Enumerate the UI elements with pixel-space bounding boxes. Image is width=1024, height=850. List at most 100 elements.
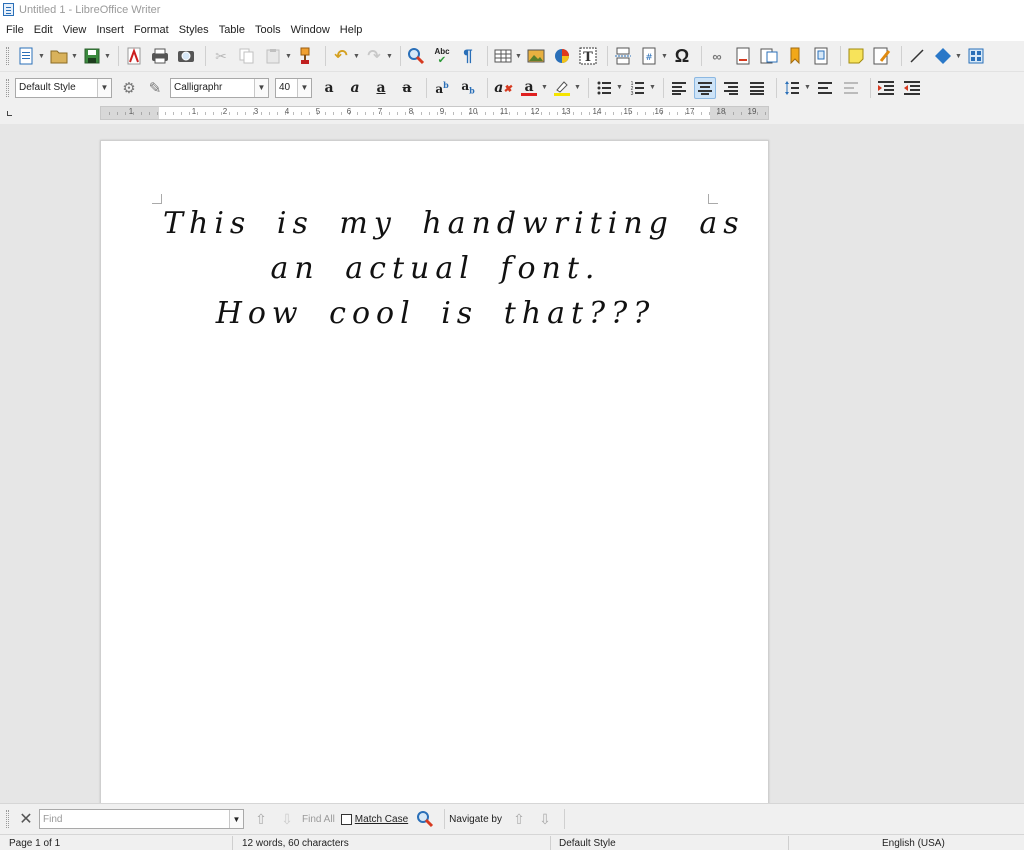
insert-cross-reference-button[interactable] xyxy=(810,45,832,67)
chevron-down-icon[interactable]: ▼ xyxy=(97,78,111,97)
align-center-button[interactable] xyxy=(694,76,716,99)
menu-format[interactable]: Format xyxy=(130,24,173,36)
horizontal-ruler[interactable]: 112345678910111213141516171819 xyxy=(100,106,769,120)
chevron-down-icon[interactable]: ▼ xyxy=(229,810,243,828)
menu-edit[interactable]: Edit xyxy=(30,24,57,36)
font-color-button[interactable]: a xyxy=(518,77,540,99)
find-input[interactable] xyxy=(40,810,229,828)
line-spacing-button[interactable] xyxy=(781,77,803,99)
undo-dropdown-arrow[interactable]: ▼ xyxy=(353,53,360,60)
close-find-bar-button[interactable]: ✕ xyxy=(15,808,37,830)
insert-table-button[interactable] xyxy=(492,45,514,67)
insert-hyperlink-button[interactable]: ∞ xyxy=(706,45,728,67)
navigate-previous-button[interactable]: ⇧ xyxy=(508,808,530,830)
paragraph-style-box[interactable]: Default Style ▼ xyxy=(15,77,112,98)
field-dropdown-arrow[interactable]: ▼ xyxy=(661,53,668,60)
decrease-paragraph-spacing-button[interactable] xyxy=(840,77,862,99)
insert-line-button[interactable] xyxy=(906,45,928,67)
print-button[interactable] xyxy=(149,45,171,67)
insert-chart-button[interactable] xyxy=(551,45,573,67)
bold-button[interactable]: a xyxy=(318,77,340,99)
toolbar-overflow-button[interactable] xyxy=(965,45,987,67)
clone-formatting-button[interactable] xyxy=(295,45,317,67)
page-count[interactable]: Page 1 of 1 xyxy=(9,838,60,850)
line-spacing-dropdown-arrow[interactable]: ▼ xyxy=(804,84,811,91)
strikethrough-button[interactable]: a xyxy=(396,77,418,99)
save-dropdown-arrow[interactable]: ▼ xyxy=(104,53,111,60)
new-style-button[interactable]: ✎ xyxy=(144,77,166,99)
find-replace-button[interactable] xyxy=(414,808,436,830)
toolbar-grip[interactable] xyxy=(6,810,9,828)
chevron-down-icon[interactable]: ▼ xyxy=(297,78,311,97)
find-next-button[interactable]: ⇩ xyxy=(276,808,298,830)
update-style-button[interactable]: ⚙ xyxy=(118,77,140,99)
font-name-box[interactable]: Calligraphr ▼ xyxy=(170,77,269,98)
document-page[interactable]: This is my handwriting as an actual font… xyxy=(100,140,769,820)
bullet-list-dropdown-arrow[interactable]: ▼ xyxy=(616,84,623,91)
numbered-list-dropdown-arrow[interactable]: ▼ xyxy=(649,84,656,91)
cut-button[interactable]: ✂ xyxy=(210,45,232,67)
undo-button[interactable]: ↶ xyxy=(330,45,352,67)
insert-special-character-button[interactable]: Ω xyxy=(671,45,693,67)
menu-table[interactable]: Table xyxy=(215,24,249,36)
superscript-button[interactable]: ab xyxy=(431,77,453,99)
document-workspace[interactable]: This is my handwriting as an actual font… xyxy=(0,124,1024,820)
word-count[interactable]: 12 words, 60 characters xyxy=(242,838,349,850)
toolbar-grip[interactable] xyxy=(6,47,9,65)
new-document-button[interactable] xyxy=(15,45,37,67)
toolbar-grip[interactable] xyxy=(6,78,9,97)
align-left-button[interactable] xyxy=(668,77,690,99)
clear-formatting-button[interactable]: a✖ xyxy=(492,77,514,99)
ordered-list-button[interactable]: 123 xyxy=(626,77,648,99)
open-dropdown-arrow[interactable]: ▼ xyxy=(71,53,78,60)
font-color-dropdown-arrow[interactable]: ▼ xyxy=(541,84,548,91)
menu-view[interactable]: View xyxy=(59,24,91,36)
insert-comment-button[interactable] xyxy=(845,45,867,67)
formatting-marks-button[interactable]: ¶ xyxy=(457,45,479,67)
paste-button[interactable] xyxy=(262,45,284,67)
table-dropdown-arrow[interactable]: ▼ xyxy=(515,53,522,60)
menu-tools[interactable]: Tools xyxy=(251,24,285,36)
insert-footnote-button[interactable] xyxy=(732,45,754,67)
decrease-indent-button[interactable] xyxy=(901,77,923,99)
unordered-list-button[interactable] xyxy=(593,77,615,99)
find-combo[interactable]: ▼ xyxy=(39,809,244,829)
page-style[interactable]: Default Style xyxy=(559,838,616,850)
justify-button[interactable] xyxy=(746,77,768,99)
export-pdf-button[interactable] xyxy=(123,45,145,67)
language[interactable]: English (USA) xyxy=(882,838,945,850)
navigate-next-button[interactable]: ⇩ xyxy=(534,808,556,830)
shapes-dropdown-arrow[interactable]: ▼ xyxy=(955,53,962,60)
menu-styles[interactable]: Styles xyxy=(175,24,213,36)
tab-stop-selector[interactable] xyxy=(7,111,12,116)
menu-window[interactable]: Window xyxy=(287,24,334,36)
print-preview-button[interactable] xyxy=(175,45,197,67)
match-case-checkbox[interactable] xyxy=(340,813,352,825)
insert-image-button[interactable] xyxy=(525,45,547,67)
insert-field-button[interactable]: # xyxy=(638,45,660,67)
insert-bookmark-button[interactable] xyxy=(784,45,806,67)
track-changes-button[interactable] xyxy=(871,45,893,67)
redo-button[interactable]: ↷ xyxy=(363,45,385,67)
find-all-button[interactable]: Find All xyxy=(302,814,335,825)
open-button[interactable] xyxy=(48,45,70,67)
italic-button[interactable]: a xyxy=(344,77,366,99)
paste-dropdown-arrow[interactable]: ▼ xyxy=(285,53,292,60)
insert-endnote-button[interactable] xyxy=(758,45,780,67)
copy-button[interactable] xyxy=(236,45,258,67)
increase-paragraph-spacing-button[interactable] xyxy=(814,77,836,99)
menu-file[interactable]: File xyxy=(2,24,28,36)
match-case-label[interactable]: Match Case xyxy=(355,814,408,825)
insert-page-break-button[interactable] xyxy=(612,45,634,67)
menu-help[interactable]: Help xyxy=(336,24,367,36)
menu-insert[interactable]: Insert xyxy=(92,24,128,36)
increase-indent-button[interactable] xyxy=(875,77,897,99)
align-right-button[interactable] xyxy=(720,77,742,99)
underline-button[interactable]: a xyxy=(370,77,392,99)
spelling-button[interactable]: Abc ✔ xyxy=(431,45,453,67)
font-size-box[interactable]: 40 ▼ xyxy=(275,77,312,98)
save-button[interactable] xyxy=(81,45,103,67)
new-dropdown-arrow[interactable]: ▼ xyxy=(38,53,45,60)
chevron-down-icon[interactable]: ▼ xyxy=(254,78,268,97)
redo-dropdown-arrow[interactable]: ▼ xyxy=(386,53,393,60)
